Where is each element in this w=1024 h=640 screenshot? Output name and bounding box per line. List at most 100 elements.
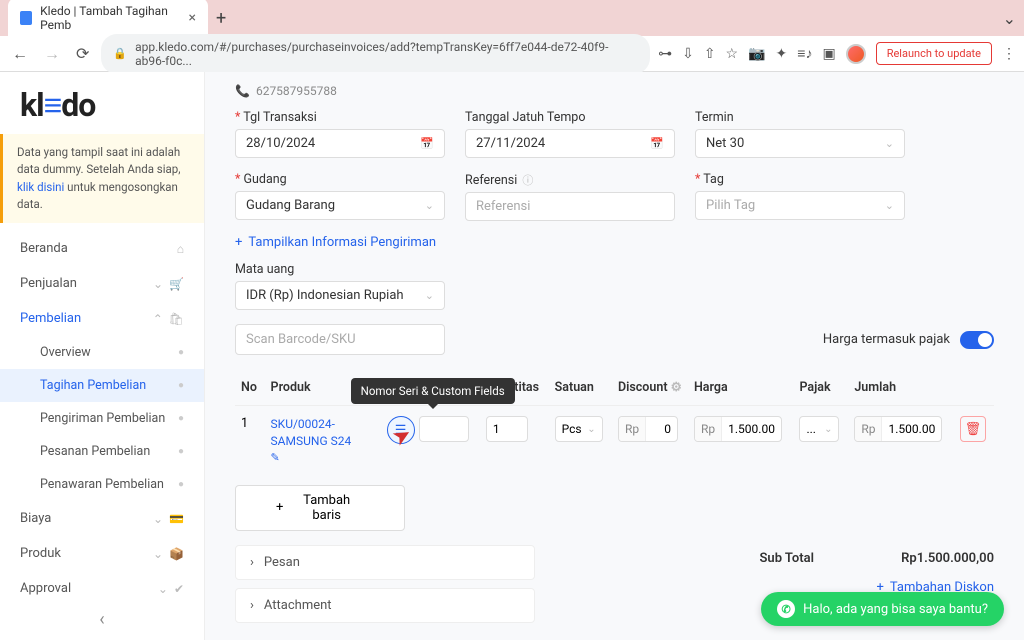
phone-icon: 📞 [235, 84, 250, 98]
tax-included-toggle[interactable] [960, 331, 994, 349]
clear-data-link[interactable]: klik disini [17, 180, 64, 194]
termin-select[interactable]: Net 30⌄ [695, 129, 905, 158]
gear-icon[interactable]: ⚙ [671, 380, 682, 395]
close-tab-icon[interactable]: × [189, 10, 196, 26]
accordion-attachment[interactable]: ›Attachment [235, 588, 535, 623]
download-icon[interactable]: ⇩ [682, 46, 694, 62]
sidebar-item-beranda[interactable]: Beranda⌂ [0, 231, 204, 266]
share-icon[interactable]: ⇧ [704, 46, 716, 62]
chevron-down-icon: ⌄ [158, 582, 168, 596]
home-icon: ⌂ [177, 242, 184, 256]
chevron-down-icon: ⌄ [824, 424, 832, 435]
chevron-down-icon: ⌄ [153, 547, 163, 561]
check-icon: ✔ [174, 582, 184, 596]
deskripsi-input[interactable] [419, 416, 469, 442]
subtotal-label: Sub Total [760, 551, 815, 566]
dot-icon: ● [178, 413, 184, 424]
col-discount: Discount ⚙ [612, 369, 688, 406]
tag-select[interactable]: Pilih Tag⌄ [695, 191, 905, 220]
dummy-data-warning: Data yang tampil saat ini adalah data du… [0, 134, 204, 223]
chevron-down-icon: ⌄ [153, 277, 163, 291]
jatuh-tempo-label: Tanggal Jatuh Tempo [465, 110, 675, 125]
chevron-down-icon: ⌄ [885, 199, 894, 212]
dot-icon: ● [178, 446, 184, 457]
jumlah-display: Rp1.500.00 [854, 416, 942, 442]
sidebar-item-approval[interactable]: Approval⌄✔ [0, 571, 204, 606]
chevron-down-icon: ⌄ [587, 424, 595, 435]
plus-icon: + [276, 500, 283, 515]
product-link[interactable]: SKU/00024-SAMSUNG S24 [271, 416, 375, 450]
tab-favicon [20, 11, 32, 25]
submenu-penawaran-pembelian[interactable]: Penawaran Pembelian● [0, 468, 204, 501]
help-icon[interactable]: ⓘ [522, 174, 533, 187]
logo: kl≡do [0, 72, 204, 134]
chevron-down-icon: ⌄ [425, 289, 434, 302]
col-harga: Harga [688, 369, 794, 406]
edit-icon[interactable]: ✎ [271, 451, 280, 464]
satuan-select[interactable]: Pcs⌄ [555, 416, 603, 442]
collapse-sidebar-button[interactable]: ‹ [99, 609, 104, 630]
chevron-down-icon: ⌄ [885, 137, 894, 150]
tag-label: * Tag [695, 172, 905, 187]
jatuh-tempo-input[interactable]: 27/11/2024📅 [465, 129, 675, 158]
profile-avatar[interactable] [846, 44, 866, 64]
col-jumlah: Jumlah [848, 369, 954, 406]
sidebar-item-pembelian[interactable]: Pembelian⌃🛍 [0, 301, 204, 336]
dot-icon: ● [178, 347, 184, 358]
chevron-down-icon: ⌄ [425, 199, 434, 212]
camera-icon[interactable]: 📷 [748, 46, 765, 62]
tgl-transaksi-input[interactable]: 28/10/2024📅 [235, 129, 445, 158]
chevron-up-icon: ⌃ [153, 312, 163, 326]
sidebar-item-produk[interactable]: Produk⌄📦 [0, 536, 204, 571]
referensi-label: Referensi ⓘ [465, 172, 675, 188]
forward-button[interactable]: → [40, 40, 64, 68]
dot-icon: ● [178, 380, 184, 391]
panel-icon[interactable]: ▣ [822, 46, 835, 62]
row-no: 1 [235, 406, 265, 475]
chevron-right-icon: › [250, 598, 254, 613]
playlist-icon[interactable]: ≡♪ [797, 45, 812, 62]
termin-label: Termin [695, 110, 905, 125]
gudang-select[interactable]: Gudang Barang⌄ [235, 191, 445, 220]
currency-select[interactable]: IDR (Rp) Indonesian Rupiah⌄ [235, 281, 445, 310]
money-icon: 💳 [169, 512, 184, 526]
tooltip: Nomor Seri & Custom Fields [351, 378, 515, 404]
harga-input[interactable]: Rp1.500.00 [694, 416, 782, 442]
submenu-tagihan-pembelian[interactable]: Tagihan Pembelian● [0, 369, 204, 402]
discount-input[interactable]: Rp0 [618, 416, 678, 442]
submenu-pengiriman-pembelian[interactable]: Pengiriman Pembelian● [0, 402, 204, 435]
referensi-input[interactable]: Referensi [465, 192, 675, 221]
dot-icon: ● [178, 479, 184, 490]
add-row-button[interactable]: + Tambah baris [235, 485, 405, 531]
new-tab-button[interactable]: + [216, 8, 226, 29]
chevron-right-icon: › [250, 555, 254, 570]
box-icon: 📦 [169, 547, 184, 561]
url-bar[interactable]: 🔒 app.kledo.com/#/purchases/purchaseinvo… [101, 34, 650, 74]
sidebar-item-biaya[interactable]: Biaya⌄💳 [0, 501, 204, 536]
barcode-input[interactable]: Scan Barcode/SKU [235, 324, 445, 355]
show-shipping-info-link[interactable]: + Tampilkan Informasi Pengiriman [235, 235, 994, 250]
window-minimize-icon[interactable]: ⌄ [1003, 9, 1016, 28]
submenu-pesanan-pembelian[interactable]: Pesanan Pembelian● [0, 435, 204, 468]
star-icon[interactable]: ☆ [726, 46, 739, 62]
puzzle-icon[interactable]: ✦ [776, 46, 788, 62]
submenu-overview[interactable]: Overview● [0, 336, 204, 369]
bag-icon: 🛍 [169, 312, 184, 326]
key-icon[interactable]: ⊶ [658, 46, 672, 62]
main-content: 📞 627587955788 * Tgl Transaksi 28/10/202… [205, 72, 1024, 640]
calendar-icon: 📅 [650, 137, 664, 150]
tgl-transaksi-label: * Tgl Transaksi [235, 110, 445, 125]
accordion-pesan[interactable]: ›Pesan [235, 545, 535, 580]
sidebar-item-penjualan[interactable]: Penjualan⌄🛒 [0, 266, 204, 301]
delete-row-button[interactable]: 🗑 [960, 416, 986, 442]
menu-dots-icon[interactable]: ⋮ [1002, 46, 1016, 62]
back-button[interactable]: ← [8, 40, 32, 68]
whatsapp-help-button[interactable]: ✆ Halo, ada yang bisa saya bantu? [761, 592, 1004, 626]
qty-input[interactable] [486, 416, 528, 442]
browser-tab[interactable]: Kledo | Tambah Tagihan Pemb × [8, 0, 208, 38]
relaunch-button[interactable]: Relaunch to update [876, 42, 992, 65]
pajak-select[interactable]: ...⌄ [799, 416, 839, 442]
col-no: No [235, 369, 265, 406]
reload-button[interactable]: ⟳ [72, 40, 93, 67]
calendar-icon: 📅 [420, 137, 434, 150]
